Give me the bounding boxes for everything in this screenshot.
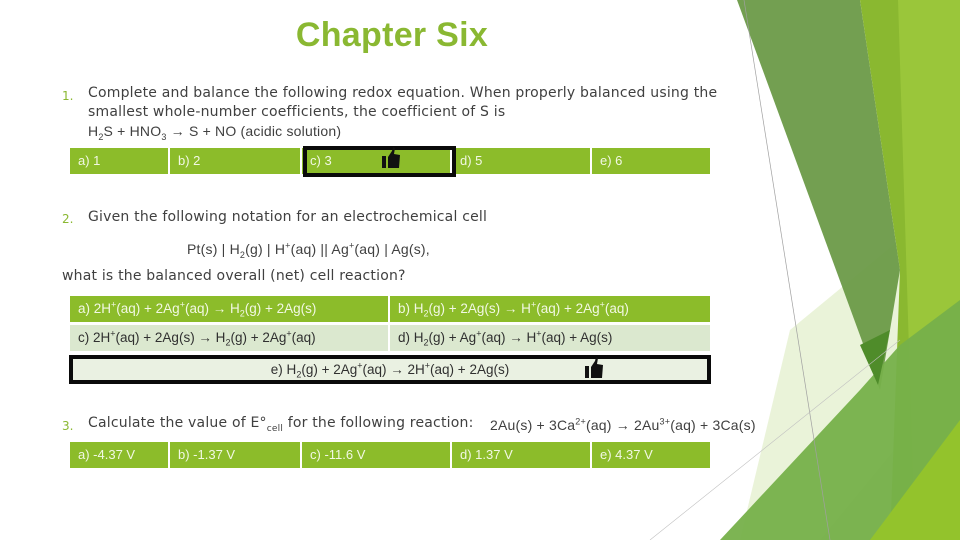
eq-part: → S + NO (acidic solution) [166,123,342,139]
option-e[interactable]: e) 4.37 V [592,442,710,468]
option-c[interactable]: c) 2H+(aq) + 2Ag(s) → H2(g) + 2Ag+(aq) [70,325,390,351]
eq-part: (aq) → 2Au [585,417,660,433]
answer-options-row-2: c) 2H+(aq) + 2Ag(s) → H2(g) + 2Ag+(aq) d… [70,325,710,351]
facet-light-wedge [820,370,960,540]
answer-options: a) -4.37 V b) -1.37 V c) -11.6 V d) 1.37… [70,442,710,468]
facet-bottom-green [720,300,960,540]
notation-part: (aq) | Ag(s), [354,241,430,257]
thumbs-up-icon [585,357,603,378]
cell-notation: Pt(s) | H2(g) | H+(aq) || Ag+(aq) | Ag(s… [187,240,430,259]
option-b[interactable]: b) H2(g) + 2Ag(s) → H+(aq) + 2Ag+(aq) [390,296,710,322]
option-b[interactable]: b) -1.37 V [170,442,302,468]
question-line-1: Complete and balance the following redox… [88,85,718,101]
option-d[interactable]: d) 5 [452,148,592,174]
slide-title: Chapter Six [295,16,489,54]
question-number: 2. [62,212,74,226]
option-d[interactable]: d) H2(g) + Ag+(aq) → H+(aq) + Ag(s) [390,325,710,351]
facet-thin-line-1 [743,0,831,540]
option-a[interactable]: a) 2H+(aq) + 2Ag+(aq) → H2(g) + 2Ag(s) [70,296,390,322]
question-text: Given the following notation for an elec… [88,209,488,225]
eq-part: (aq) + 3Ca(s) [670,417,756,433]
facet-dark-green [737,0,900,390]
eq-part: 2Au(s) + 3Ca [490,417,576,433]
reaction-equation: 2Au(s) + 3Ca2+(aq) → 2Au3+(aq) + 3Ca(s) [490,416,756,435]
thumbs-up-icon [382,147,400,168]
question-number: 3. [62,419,74,433]
text-part: Calculate the value of E° [88,415,267,431]
eq-part: S + HNO [103,123,162,139]
answer-options-row-1: a) 2H+(aq) + 2Ag+(aq) → H2(g) + 2Ag(s) b… [70,296,710,322]
redox-equation: H2S + HNO3 → S + NO (acidic solution) [88,122,728,141]
option-b[interactable]: b) 2 [170,148,302,174]
facet-deep-shadow [860,330,890,385]
option-e-correct-highlight[interactable]: e) H2(g) + 2Ag+(aq) → 2H+(aq) + 2Ag(s) [69,355,711,384]
option-a[interactable]: a) -4.37 V [70,442,170,468]
ecell-subscript: cell [266,423,284,434]
facet-bottom-lime [870,420,960,540]
facet-bright-green [898,0,960,540]
option-c[interactable]: c) -11.6 V [302,442,452,468]
question-text: Calculate the value of E°cell for the fo… [88,414,473,433]
question-text: Complete and balance the following redox… [88,84,728,141]
facet-pale-band [740,190,960,540]
notation-part: Pt(s) | H [187,241,240,257]
question-line-2: smallest whole-number coefficients, the … [88,104,506,120]
question-prompt: what is the balanced overall (net) cell … [62,268,406,284]
notation-part: (aq) || Ag [290,241,349,257]
option-c[interactable]: c) 3 [302,148,452,174]
eq-superscript: 2+ [575,416,586,427]
notation-part: (g) | H [245,241,286,257]
text-part: for the following reaction: [283,415,474,431]
option-e[interactable]: e) 6 [592,148,710,174]
eq-superscript: 3+ [659,416,671,427]
option-a[interactable]: a) 1 [70,148,170,174]
question-number: 1. [62,89,74,103]
option-d[interactable]: d) 1.37 V [452,442,592,468]
eq-part: H [88,123,99,139]
facet-mid-green [860,0,960,540]
